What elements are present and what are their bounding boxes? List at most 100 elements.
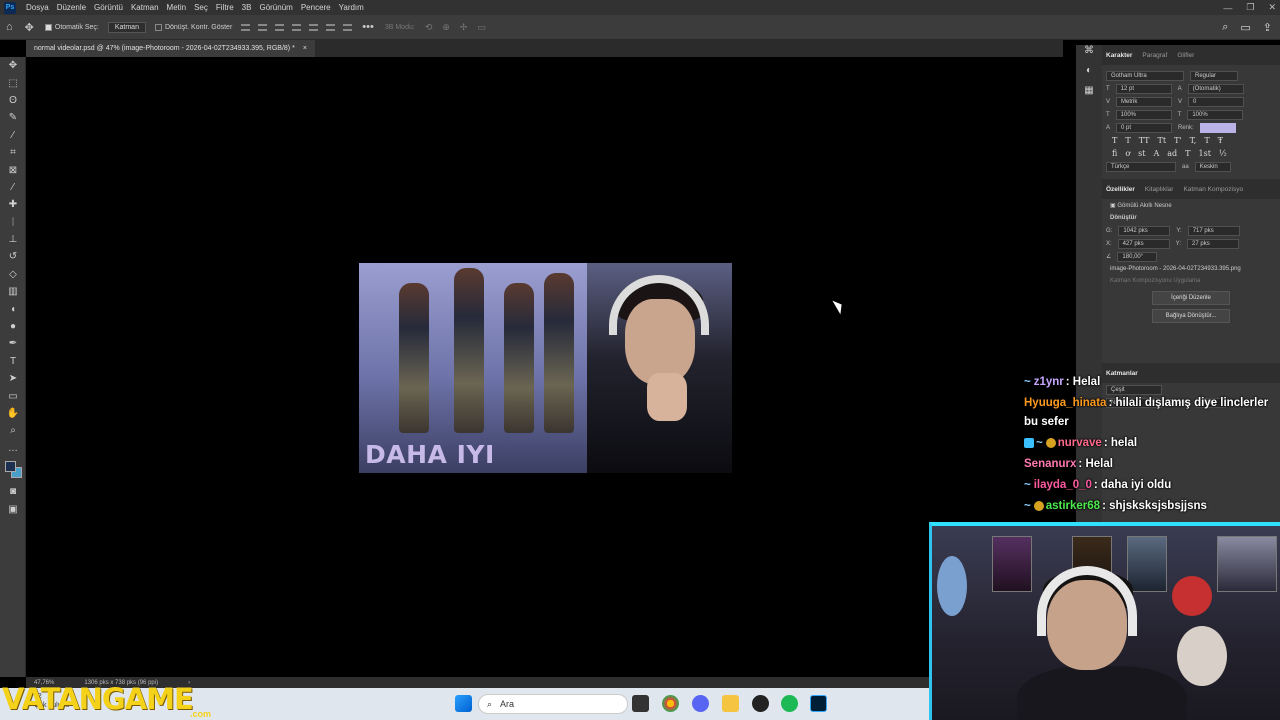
text-color-swatch[interactable]	[1199, 122, 1236, 133]
underline-button[interactable]: T	[1204, 136, 1209, 145]
task-view-icon[interactable]	[632, 695, 649, 712]
menu-duzenle[interactable]: Düzenle	[53, 3, 90, 12]
clone-stamp-icon[interactable]: ⊥	[0, 231, 26, 248]
convert-to-linked-button[interactable]: Bağlıya Dönüştür...	[1152, 309, 1230, 323]
tab-kitapliklar[interactable]: Kitaplıklar	[1145, 186, 1174, 193]
pen-tool-icon[interactable]: ✒	[0, 335, 26, 352]
menu-sec[interactable]: Seç	[190, 3, 212, 12]
more-tools-icon[interactable]: …	[0, 440, 26, 457]
menu-filtre[interactable]: Filtre	[212, 3, 238, 12]
small-caps-button[interactable]: Tt	[1158, 136, 1167, 145]
discretionary-button[interactable]: st	[1138, 149, 1145, 158]
tab-ozellikler[interactable]: Özellikler	[1106, 186, 1135, 193]
file-explorer-icon[interactable]	[722, 695, 739, 712]
obs-icon[interactable]	[752, 695, 769, 712]
restore-icon[interactable]: ❐	[1246, 2, 1254, 13]
menu-goruntu[interactable]: Görüntü	[90, 3, 127, 12]
zoom-tool-icon[interactable]: ⌕	[0, 422, 26, 439]
strikethrough-button[interactable]: Ŧ	[1218, 136, 1223, 145]
kerning-field[interactable]: Metrik	[1116, 96, 1173, 107]
crop-tool-icon[interactable]: ⌗	[0, 144, 26, 161]
titling-button[interactable]: T	[1185, 149, 1190, 158]
menu-dosya[interactable]: Dosya	[22, 3, 53, 12]
swash-button[interactable]: A	[1154, 149, 1160, 158]
old-style-button[interactable]: ơ	[1125, 149, 1130, 158]
history-brush-icon[interactable]: ↺	[0, 248, 26, 265]
align-top-icon[interactable]	[309, 23, 319, 31]
leading-field[interactable]: (Otomatik)	[1187, 83, 1244, 94]
auto-select-dropdown[interactable]: Katman	[107, 21, 146, 33]
discord-icon[interactable]	[692, 695, 709, 712]
show-transform-checkbox[interactable]: Dönüşt. Kontr. Göster	[154, 23, 232, 31]
tracking-field[interactable]: 0	[1188, 96, 1245, 107]
faux-bold-button[interactable]: T	[1112, 136, 1117, 145]
align-center-icon[interactable]	[258, 23, 268, 31]
align-bottom-icon[interactable]	[343, 23, 353, 31]
share-icon[interactable]: ⇪	[1263, 21, 1272, 34]
menu-metin[interactable]: Metin	[163, 3, 191, 12]
eyedropper-tool-icon[interactable]: ⁄	[0, 179, 26, 196]
document-tab[interactable]: normal videolar.psd @ 47% (image-Photoro…	[26, 40, 315, 57]
swatches-icon[interactable]: ▦	[1076, 85, 1102, 105]
stylistic-button[interactable]: ad	[1167, 149, 1177, 158]
foreground-color[interactable]	[5, 460, 16, 472]
move-tool-icon[interactable]: ✥	[25, 21, 34, 34]
menu-gorunum[interactable]: Görünüm	[255, 3, 296, 12]
close-tab-icon[interactable]: ×	[303, 45, 307, 52]
dodge-tool-icon[interactable]: ●	[0, 318, 26, 335]
hscale-field[interactable]: 100%	[1187, 109, 1244, 120]
type-tool-icon[interactable]: T	[0, 353, 26, 370]
all-caps-button[interactable]: TT	[1139, 136, 1150, 145]
search-icon[interactable]: ⌕	[1222, 21, 1228, 34]
frame-tool-icon[interactable]: ⊠	[0, 161, 26, 178]
menu-yardim[interactable]: Yardım	[335, 3, 368, 12]
gradient-tool-icon[interactable]: ▥	[0, 283, 26, 300]
baseline-field[interactable]: 0 pt	[1116, 122, 1173, 133]
menu-katman[interactable]: Katman	[127, 3, 163, 12]
rectangle-tool-icon[interactable]: ▭	[0, 387, 26, 404]
tab-katman-kompozisyo[interactable]: Katman Kompozisyo	[1183, 186, 1243, 193]
vscale-field[interactable]: 100%	[1115, 109, 1172, 120]
home-icon[interactable]: ⌂	[6, 21, 13, 33]
faux-italic-button[interactable]: T	[1125, 136, 1130, 145]
x-field[interactable]: 427 pks	[1117, 238, 1170, 249]
close-icon[interactable]: ✕	[1268, 2, 1276, 13]
font-style-select[interactable]: Regular	[1190, 70, 1238, 81]
photoshop-taskbar-icon[interactable]	[810, 695, 827, 712]
align-left-icon[interactable]	[241, 23, 251, 31]
adjustments-icon[interactable]: ◐	[1076, 65, 1102, 85]
font-size-field[interactable]: 12 pt	[1115, 83, 1172, 94]
height-field[interactable]: 717 pks	[1187, 225, 1240, 236]
path-select-icon[interactable]: ➤	[0, 370, 26, 387]
quick-mask-icon[interactable]: ◙	[0, 483, 26, 500]
menu-pencere[interactable]: Pencere	[297, 3, 335, 12]
healing-brush-icon[interactable]: ✚	[0, 196, 26, 213]
spotify-icon[interactable]	[781, 695, 798, 712]
ordinal-button[interactable]: 1st	[1199, 149, 1211, 158]
thumbnail-image[interactable]: DAHA IYI	[359, 263, 732, 473]
minimize-icon[interactable]: —	[1223, 3, 1232, 13]
tab-glifler[interactable]: Glifler	[1177, 52, 1194, 59]
language-select[interactable]: Türkçe	[1106, 161, 1176, 172]
history-icon[interactable]: ⌘	[1076, 45, 1102, 65]
hand-tool-icon[interactable]: ✋	[0, 405, 26, 422]
fraction-button[interactable]: ½	[1219, 149, 1227, 158]
screen-mode-icon[interactable]: ▣	[0, 500, 26, 517]
align-right-icon[interactable]	[275, 23, 285, 31]
menu-3b[interactable]: 3B	[238, 3, 256, 12]
blur-tool-icon[interactable]: ◖	[0, 300, 26, 317]
layer-comp-select[interactable]: Katman Kompozisyonu Uygulama	[1102, 275, 1280, 287]
workspace-icon[interactable]: ▭	[1240, 21, 1250, 34]
font-family-select[interactable]: Gotham Ultra	[1106, 70, 1184, 81]
quick-select-tool-icon[interactable]: ✎	[0, 109, 26, 126]
taskbar-search[interactable]: ⌕ Ara	[478, 694, 628, 714]
anti-alias-select[interactable]: Keskin	[1194, 161, 1231, 172]
ligature-button[interactable]: fi	[1112, 149, 1117, 158]
distribute-icon[interactable]	[292, 23, 302, 31]
move-tool-icon[interactable]: ✥	[0, 57, 26, 74]
windows-start-icon[interactable]	[455, 695, 472, 712]
superscript-button[interactable]: T'	[1174, 136, 1182, 145]
lasso-tool-icon[interactable]: ʘ	[0, 92, 26, 109]
more-options-icon[interactable]: •••	[362, 21, 374, 33]
auto-select-checkbox[interactable]: Otomatik Seç:	[44, 23, 99, 31]
